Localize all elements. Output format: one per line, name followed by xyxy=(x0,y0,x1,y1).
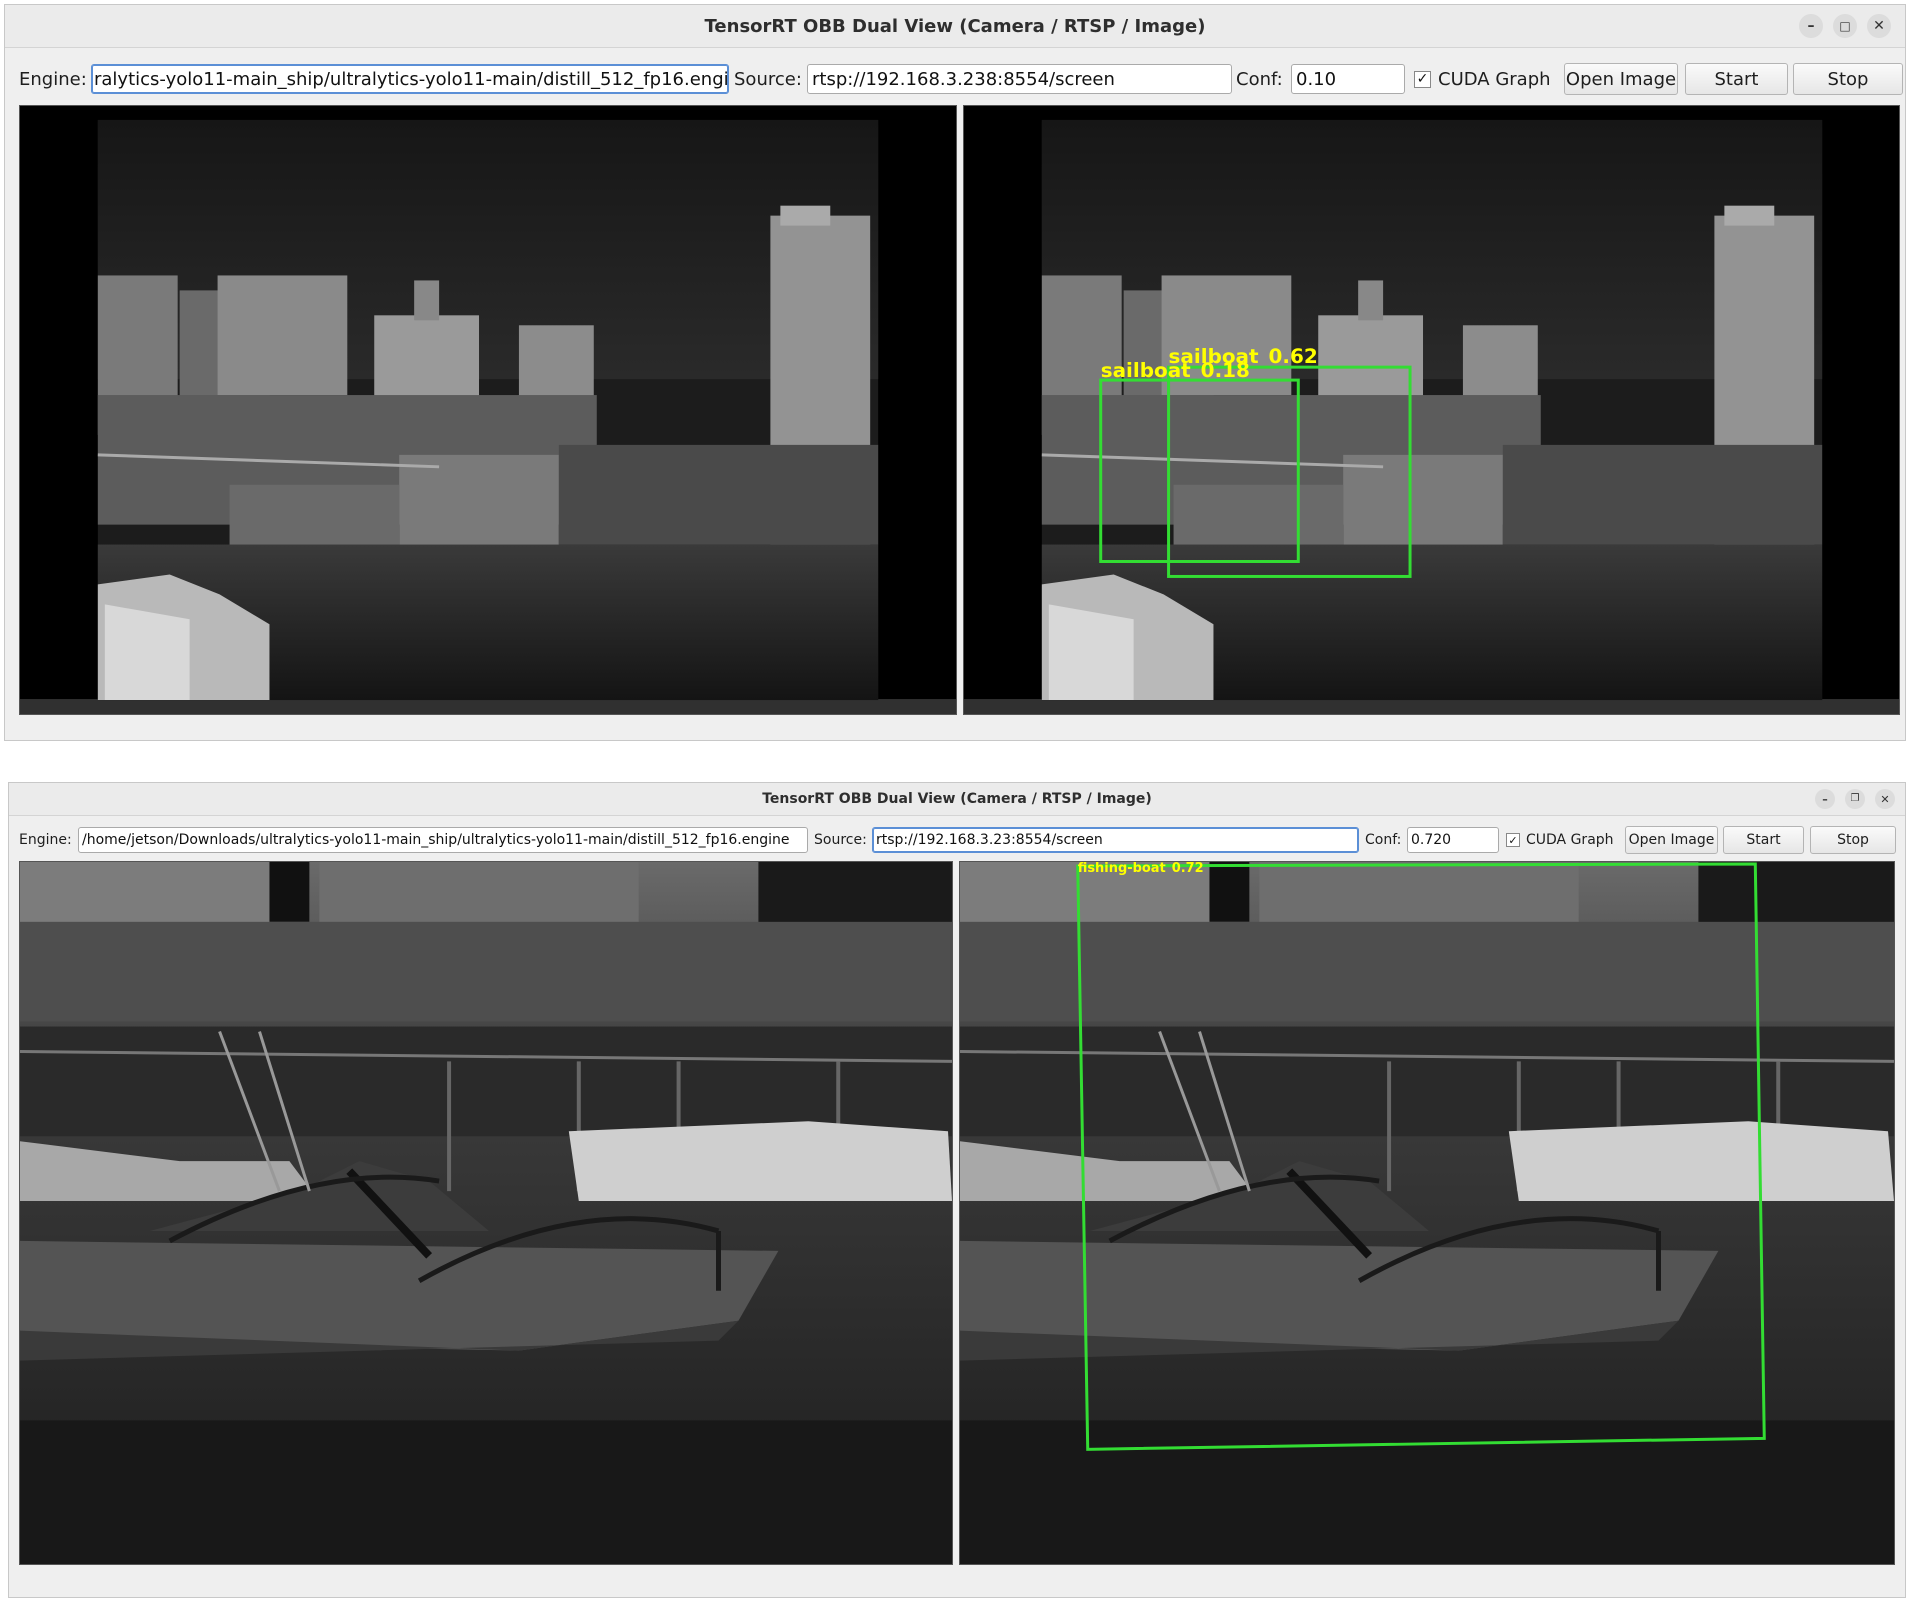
conf-input-value: 0.10 xyxy=(1296,68,1337,90)
open-image-label: Open Image xyxy=(1628,832,1715,848)
close-icon[interactable]: ✕ xyxy=(1875,789,1895,809)
start-label: Start xyxy=(1746,832,1781,848)
detection-label-0: fishing-boat 0.72 xyxy=(1078,862,1204,876)
engine-input-value: /home/jetson/Downloads/ultralytics-yolo1… xyxy=(82,832,790,848)
cuda-graph-checkbox[interactable]: ✓ CUDA Graph xyxy=(1414,69,1551,90)
conf-input-value: 0.720 xyxy=(1411,832,1452,848)
original-frame-image xyxy=(20,106,956,714)
engine-input-value: ralytics-yolo11-main_ship/ultralytics-yo… xyxy=(94,68,729,90)
checkbox-check-icon: ✓ xyxy=(1414,70,1431,88)
start-label: Start xyxy=(1714,68,1759,90)
engine-input[interactable]: /home/jetson/Downloads/ultralytics-yolo1… xyxy=(78,827,808,853)
toolbar: Engine: ralytics-yolo11-main_ship/ultral… xyxy=(5,63,1905,95)
checkbox-check-icon: ✓ xyxy=(1506,833,1520,847)
source-label: Source: xyxy=(734,68,802,90)
cuda-graph-label: CUDA Graph xyxy=(1526,832,1614,848)
conf-input[interactable]: 0.720 xyxy=(1407,827,1499,853)
detection-view: fishing-boat 0.72 xyxy=(959,861,1895,1565)
engine-input[interactable]: ralytics-yolo11-main_ship/ultralytics-yo… xyxy=(91,64,729,94)
restore-icon[interactable]: ❐ xyxy=(1845,789,1865,809)
conf-input[interactable]: 0.10 xyxy=(1291,64,1405,94)
detection-view: sailboat 0.62 sailboat 0.18 xyxy=(963,105,1900,715)
title-bar: TensorRT OBB Dual View (Camera / RTSP / … xyxy=(9,783,1905,816)
stop-label: Stop xyxy=(1837,832,1869,848)
conf-label: Conf: xyxy=(1365,832,1402,848)
camera-view-original xyxy=(19,105,957,715)
stop-button[interactable]: Stop xyxy=(1810,826,1896,854)
toolbar: Engine: /home/jetson/Downloads/ultralyti… xyxy=(9,826,1905,854)
source-input-value: rtsp://192.168.3.238:8554/screen xyxy=(812,68,1115,90)
cuda-graph-label: CUDA Graph xyxy=(1438,68,1551,90)
cuda-graph-checkbox[interactable]: ✓ CUDA Graph xyxy=(1506,832,1614,848)
open-image-button[interactable]: Open Image xyxy=(1625,826,1718,854)
source-input[interactable]: rtsp://192.168.3.23:8554/screen xyxy=(872,827,1359,853)
window-controls: – ❐ ✕ xyxy=(1815,789,1895,809)
open-image-button[interactable]: Open Image xyxy=(1564,63,1678,95)
title-bar: TensorRT OBB Dual View (Camera / RTSP / … xyxy=(5,5,1905,48)
detection-frame-image: sailboat 0.62 sailboat 0.18 xyxy=(964,106,1899,714)
open-image-label: Open Image xyxy=(1565,68,1677,90)
source-input-value: rtsp://192.168.3.23:8554/screen xyxy=(876,832,1103,848)
detection-label-1: sailboat 0.18 xyxy=(1101,358,1250,382)
app-window-1: TensorRT OBB Dual View (Camera / RTSP / … xyxy=(4,4,1906,741)
stop-label: Stop xyxy=(1827,68,1869,90)
window-title: TensorRT OBB Dual View (Camera / RTSP / … xyxy=(762,791,1152,807)
detection-frame-image: fishing-boat 0.72 xyxy=(960,862,1894,1564)
start-button[interactable]: Start xyxy=(1685,63,1788,95)
engine-label: Engine: xyxy=(19,832,72,848)
source-input[interactable]: rtsp://192.168.3.238:8554/screen xyxy=(807,64,1232,94)
stop-button[interactable]: Stop xyxy=(1793,63,1903,95)
minimize-icon[interactable]: – xyxy=(1799,14,1823,38)
maximize-icon[interactable]: □ xyxy=(1833,14,1857,38)
conf-label: Conf: xyxy=(1236,68,1283,90)
app-window-2: TensorRT OBB Dual View (Camera / RTSP / … xyxy=(8,782,1906,1598)
original-frame-image xyxy=(20,862,952,1564)
source-label: Source: xyxy=(814,832,867,848)
window-title: TensorRT OBB Dual View (Camera / RTSP / … xyxy=(704,15,1206,37)
window-controls: – □ ✕ xyxy=(1799,14,1891,38)
engine-label: Engine: xyxy=(19,68,87,90)
check-mark: ✓ xyxy=(1508,833,1518,847)
start-button[interactable]: Start xyxy=(1723,826,1804,854)
check-mark: ✓ xyxy=(1416,71,1429,87)
close-icon[interactable]: ✕ xyxy=(1867,14,1891,38)
camera-view-original xyxy=(19,861,953,1565)
minimize-icon[interactable]: – xyxy=(1815,789,1835,809)
